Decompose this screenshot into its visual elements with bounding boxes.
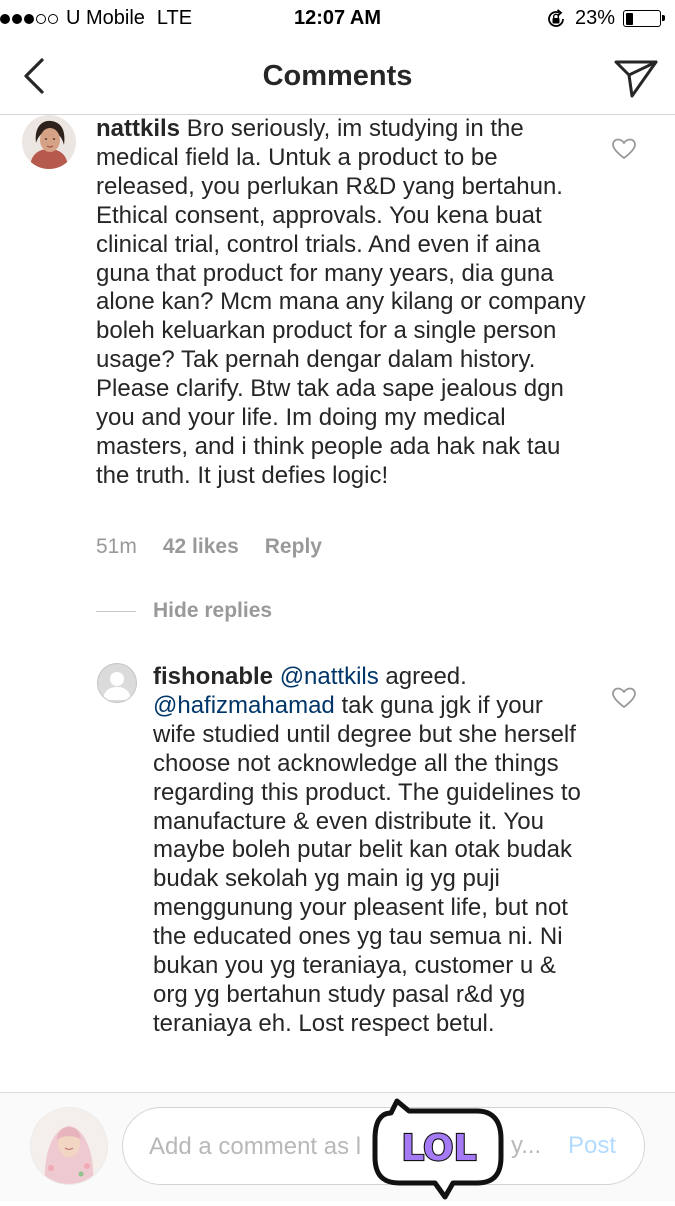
placeholder-ellipsis: y... <box>511 1132 542 1159</box>
page-title: Comments <box>262 60 413 92</box>
mention-link[interactable]: @hafizmahamad <box>153 692 335 719</box>
rotation-lock-icon <box>548 8 564 27</box>
comment-username[interactable]: nattkils <box>96 115 180 142</box>
comment-body: nattkils Bro seriously, im studying in t… <box>96 115 596 491</box>
paper-plane-icon <box>614 60 658 98</box>
reply-button[interactable]: Reply <box>265 535 322 558</box>
hide-replies-label: Hide replies <box>153 599 273 622</box>
comment-time: 51m <box>96 535 137 558</box>
comment-item: nattkils Bro seriously, im studying in t… <box>0 115 675 635</box>
user-photo <box>31 1108 107 1184</box>
share-button[interactable] <box>611 52 661 102</box>
hide-replies-button[interactable]: Hide replies <box>96 599 272 623</box>
comment-username[interactable]: fishonable <box>153 663 273 690</box>
user-photo <box>22 115 76 169</box>
reply-item: fishonable @nattkils agreed. @hafizmaham… <box>0 663 675 1092</box>
comment-meta: 51m 42 likes Reply <box>96 535 348 559</box>
post-button[interactable]: Post <box>568 1132 616 1160</box>
default-avatar-icon <box>103 672 131 700</box>
own-avatar <box>30 1107 108 1185</box>
comment-text: Bro seriously, im studying in the medica… <box>96 115 586 489</box>
status-bar: U Mobile LTE 12:07 AM 23% <box>0 0 675 38</box>
heart-icon[interactable] <box>611 686 637 710</box>
comments-list[interactable]: nattkils Bro seriously, im studying in t… <box>0 115 675 1092</box>
divider-line <box>96 610 136 612</box>
comment-text: tak guna jgk if your wife studied until … <box>153 691 581 1037</box>
battery-percent: 23% <box>574 7 615 29</box>
comment-text: agreed. <box>378 663 467 690</box>
comment-composer: y... Post <box>0 1092 675 1201</box>
avatar[interactable] <box>97 663 137 703</box>
battery-icon <box>623 10 665 27</box>
comment-body: fishonable @nattkils agreed. @hafizmaham… <box>153 663 583 1039</box>
nav-bar: Comments <box>0 38 675 115</box>
likes-count[interactable]: 42 likes <box>163 535 239 558</box>
speech-bubble-icon: LOL <box>372 1098 504 1200</box>
avatar[interactable] <box>22 115 76 169</box>
battery-level-fill <box>625 12 634 25</box>
lol-sticker: LOL <box>369 1097 507 1201</box>
status-right: 23% <box>545 7 665 30</box>
heart-icon[interactable] <box>611 137 637 161</box>
mention-link[interactable]: @nattkils <box>280 663 379 690</box>
sticker-text: LOL <box>401 1128 476 1169</box>
